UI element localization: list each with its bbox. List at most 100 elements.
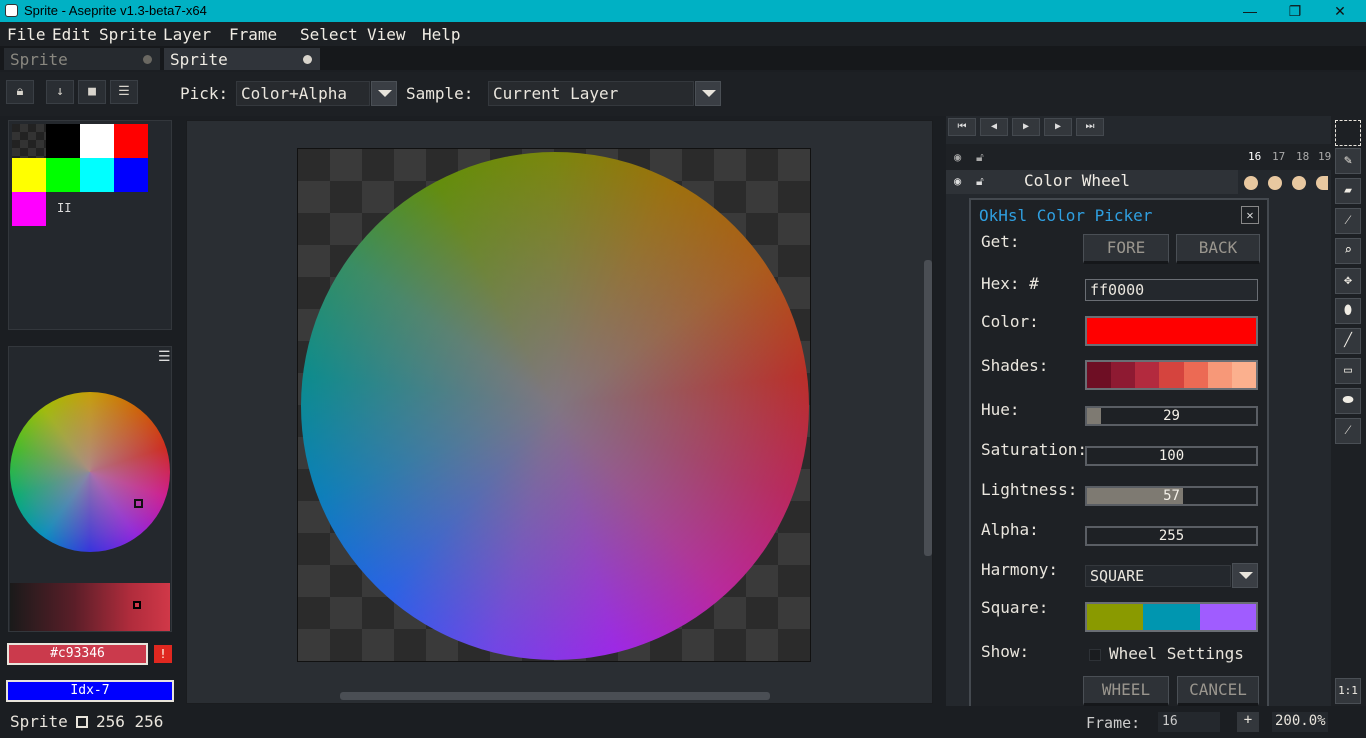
cel-dot[interactable] xyxy=(1268,176,1282,190)
palette-swatch[interactable] xyxy=(114,124,148,158)
harmony-swatch[interactable] xyxy=(1087,604,1144,630)
zoom-input[interactable]: 200.0% xyxy=(1272,712,1328,732)
eraser-tool-icon[interactable]: ▰ xyxy=(1335,178,1361,204)
palette-swatch[interactable] xyxy=(80,124,114,158)
dialog-close-icon[interactable]: ✕ xyxy=(1241,206,1259,224)
pencil-tool-icon[interactable]: ✎ xyxy=(1335,148,1361,174)
prev-frame-icon[interactable]: ◀ xyxy=(980,118,1008,136)
palette-swatch[interactable] xyxy=(12,192,46,226)
hex-input[interactable]: ff0000 xyxy=(1085,279,1258,301)
eye-icon[interactable]: ◉ xyxy=(954,174,961,188)
tab-sprite-1[interactable]: Sprite xyxy=(4,48,160,70)
menu-layer[interactable]: Layer xyxy=(163,25,211,44)
foreground-color-button[interactable]: #c93346 xyxy=(7,643,148,665)
first-frame-icon[interactable]: ⏮ xyxy=(948,118,976,136)
palette-panel: II xyxy=(8,120,172,330)
eye-icon[interactable]: ◉ xyxy=(954,150,961,164)
wheel-button[interactable]: WHEEL xyxy=(1083,676,1169,706)
rectangle-tool-icon[interactable]: ▭ xyxy=(1335,358,1361,384)
eyedropper-tool-icon[interactable]: ⁄ xyxy=(1335,208,1361,234)
lock-icon[interactable]: 🔒︎ xyxy=(6,80,34,104)
tab-sprite-2[interactable]: Sprite xyxy=(164,48,320,70)
harmony-dropdown-icon[interactable] xyxy=(1232,563,1258,588)
menu-edit[interactable]: Edit xyxy=(52,25,91,44)
menu-sprite[interactable]: Sprite xyxy=(99,25,157,44)
arrow-down-icon[interactable]: ↓ xyxy=(46,80,74,104)
sprite-canvas[interactable] xyxy=(297,148,811,662)
add-frame-icon[interactable]: + xyxy=(1237,712,1259,732)
pick-select[interactable]: Color+Alpha xyxy=(236,81,370,106)
shade-swatch[interactable] xyxy=(1135,362,1160,388)
close-window-button[interactable]: ✕ xyxy=(1320,1,1360,21)
shades-strip[interactable] xyxy=(1085,360,1258,390)
shade-swatch[interactable] xyxy=(1087,362,1112,388)
cel-dot[interactable] xyxy=(1316,176,1328,190)
frame-number[interactable]: 17 xyxy=(1272,150,1285,163)
palette-swatch[interactable] xyxy=(80,158,114,192)
cel-dot[interactable] xyxy=(1244,176,1258,190)
wheel-settings-checkbox[interactable] xyxy=(1089,649,1101,661)
color-wheel-small[interactable] xyxy=(10,392,170,552)
move-tool-icon[interactable]: ✥ xyxy=(1335,268,1361,294)
menu-select[interactable]: Select xyxy=(300,25,358,44)
frame-number[interactable]: 19 xyxy=(1318,150,1331,163)
horizontal-scrollbar[interactable] xyxy=(340,692,770,700)
fore-button[interactable]: FORE xyxy=(1083,234,1169,264)
panel-menu-icon[interactable]: ☰ xyxy=(158,349,171,365)
sample-dropdown-icon[interactable] xyxy=(695,81,721,106)
palette-swatch[interactable] xyxy=(46,124,80,158)
menu-file[interactable]: File xyxy=(7,25,46,44)
harmony-swatch[interactable] xyxy=(1199,604,1256,630)
shade-swatch[interactable] xyxy=(1111,362,1136,388)
last-frame-icon[interactable]: ⏭ xyxy=(1076,118,1104,136)
pick-dropdown-icon[interactable] xyxy=(371,81,397,106)
padlock-icon[interactable]: 🔓︎ xyxy=(976,150,984,165)
menu-icon[interactable]: ☰ xyxy=(110,80,138,104)
pause-icon[interactable]: II xyxy=(57,201,71,215)
menu-help[interactable]: Help xyxy=(422,25,461,44)
layer-name[interactable]: Color Wheel xyxy=(1024,171,1130,190)
blur-tool-icon[interactable]: ⬬ xyxy=(1335,388,1361,414)
padlock-icon[interactable]: 🔓︎ xyxy=(976,174,984,189)
saturation-slider[interactable]: 100 xyxy=(1085,446,1258,466)
menu-frame[interactable]: Frame xyxy=(229,25,277,44)
sample-select[interactable]: Current Layer xyxy=(488,81,694,106)
square-harmony-strip[interactable] xyxy=(1085,602,1258,632)
menu-view[interactable]: View xyxy=(367,25,406,44)
hue-slider[interactable]: 29 xyxy=(1085,406,1258,426)
minimize-button[interactable]: — xyxy=(1230,1,1270,21)
line-tool-icon[interactable]: ╱ xyxy=(1335,328,1361,354)
color-preview[interactable] xyxy=(1085,316,1258,346)
frame-number[interactable]: 16 xyxy=(1248,150,1261,163)
shade-swatch[interactable] xyxy=(1207,362,1232,388)
palette-swatch[interactable] xyxy=(12,158,46,192)
warning-icon[interactable]: ! xyxy=(154,645,172,663)
palette-swatch-transparent[interactable] xyxy=(12,124,46,158)
play-icon[interactable]: ▶ xyxy=(1012,118,1040,136)
palette-swatch[interactable] xyxy=(46,158,80,192)
vertical-scrollbar[interactable] xyxy=(924,260,932,556)
alpha-slider[interactable]: 255 xyxy=(1085,526,1258,546)
frame-number[interactable]: 18 xyxy=(1296,150,1309,163)
lightness-slider[interactable]: 57 xyxy=(1085,486,1258,506)
harmony-select[interactable]: SQUARE xyxy=(1085,565,1231,587)
contour-tool-icon[interactable]: ⁄ xyxy=(1335,418,1361,444)
cel-dot[interactable] xyxy=(1292,176,1306,190)
marquee-tool-icon[interactable] xyxy=(1335,120,1361,146)
palette-swatch[interactable] xyxy=(114,158,148,192)
shade-swatch[interactable] xyxy=(1231,362,1256,388)
maximize-button[interactable]: ❐ xyxy=(1275,1,1315,21)
cancel-button[interactable]: CANCEL xyxy=(1177,676,1259,706)
one-to-one-zoom-icon[interactable]: 1:1 xyxy=(1335,678,1361,704)
square-icon[interactable]: ■ xyxy=(78,80,106,104)
frame-input[interactable]: 16 xyxy=(1158,712,1220,732)
background-color-button[interactable]: Idx-7 xyxy=(6,680,174,702)
back-button[interactable]: BACK xyxy=(1176,234,1260,264)
zoom-tool-icon[interactable]: ⌕ xyxy=(1335,238,1361,264)
next-frame-icon[interactable]: ▶ xyxy=(1044,118,1072,136)
harmony-swatch[interactable] xyxy=(1143,604,1200,630)
fill-tool-icon[interactable]: ⬮ xyxy=(1335,298,1361,324)
shade-bar[interactable] xyxy=(10,583,170,631)
shade-swatch[interactable] xyxy=(1159,362,1184,388)
shade-swatch[interactable] xyxy=(1183,362,1208,388)
